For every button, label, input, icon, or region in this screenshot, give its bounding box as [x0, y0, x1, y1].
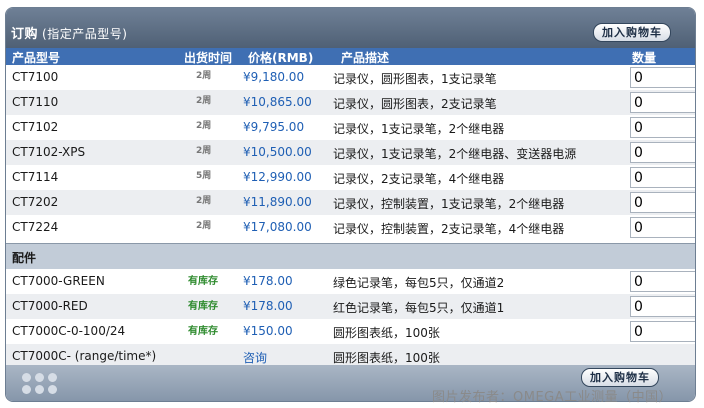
table-row: CT7202 2周 ¥11,890.00 记录仪，控制装置，1支记录笔，2个继电器 — [6, 190, 695, 215]
product-description: 圆形图表纸，100张 — [333, 326, 440, 340]
product-model: CT7000-GREEN — [12, 274, 105, 288]
product-description: 记录仪，1支记录笔，2个继电器、变送器电源 — [333, 147, 577, 161]
product-description: 记录仪，2支记录笔，4个继电器 — [333, 172, 505, 186]
ship-time: 5周 — [196, 171, 212, 181]
product-model: CT7114 — [12, 170, 59, 184]
grip-dots-icon — [22, 373, 58, 395]
product-model: CT7000C-0-100/24 — [12, 324, 126, 338]
accessories-section-header: 配件 — [6, 243, 695, 269]
product-price: ¥178.00 — [243, 274, 293, 288]
table-row: CT7000-GREEN 有库存 ¥178.00 绿色记录笔，每包5只，仅通道2 — [6, 269, 695, 294]
table-row: CT7000C-0-100/24 有库存 ¥150.00 圆形图表纸，100张 — [6, 319, 695, 344]
product-price: ¥17,080.00 — [243, 220, 312, 234]
product-price: ¥11,890.00 — [243, 195, 312, 209]
column-header-description: 产品描述 — [341, 51, 390, 65]
product-price: ¥9,180.00 — [243, 70, 305, 84]
quantity-input[interactable] — [630, 92, 695, 113]
product-price: ¥178.00 — [243, 299, 293, 313]
ship-time: 2周 — [196, 121, 212, 131]
order-title: 订购 (指定产品型号) — [11, 23, 127, 42]
quantity-input[interactable] — [630, 142, 695, 163]
quantity-input[interactable] — [630, 67, 695, 88]
ship-time: 有库存 — [188, 301, 218, 312]
quantity-input[interactable] — [630, 167, 695, 188]
product-description: 红色记录笔，每包5只，仅通道1 — [333, 301, 505, 315]
column-header-ship-time: 出货时间 — [184, 51, 233, 65]
publisher-watermark: 图片发布者：OMEGA工业测量（中国） — [432, 390, 673, 405]
column-header-price: 价格(RMB) — [248, 51, 314, 65]
product-price: ¥9,795.00 — [243, 120, 305, 134]
product-model: CT7224 — [12, 220, 59, 234]
add-to-cart-button-top[interactable]: 加入购物车 — [593, 23, 671, 42]
order-header-bar: 订购 (指定产品型号) 加入购物车 — [6, 8, 695, 48]
product-model: CT7102 — [12, 120, 59, 134]
product-description: 绿色记录笔，每包5只，仅通道2 — [333, 276, 505, 290]
product-model: CT7000C- (range/time*) — [12, 349, 157, 363]
product-model: CT7110 — [12, 95, 59, 109]
product-model: CT7202 — [12, 195, 59, 209]
product-price: ¥10,865.00 — [243, 95, 312, 109]
order-subtitle: (指定产品型号) — [42, 27, 128, 41]
product-description: 圆形图表纸，100张 — [333, 351, 440, 365]
table-row: CT7102-XPS 2周 ¥10,500.00 记录仪，1支记录笔，2个继电器、变送… — [6, 140, 695, 165]
quantity-input[interactable] — [630, 117, 695, 138]
table-row: CT7102 2周 ¥9,795.00 记录仪，1支记录笔，2个继电器 — [6, 115, 695, 140]
order-panel: 订购 (指定产品型号) 加入购物车 产品型号 出货时间 价格(RMB) 产品描述 … — [5, 7, 696, 402]
product-description: 记录仪，控制装置，1支记录笔，2个继电器 — [333, 197, 565, 211]
product-price: ¥10,500.00 — [243, 145, 312, 159]
table-row: CT7110 2周 ¥10,865.00 记录仪，圆形图表，2支记录笔 — [6, 90, 695, 115]
product-price: ¥12,990.00 — [243, 170, 312, 184]
product-model: CT7000-RED — [12, 299, 88, 313]
quantity-input[interactable] — [630, 271, 695, 292]
table-row: CT7000-RED 有库存 ¥178.00 红色记录笔，每包5只，仅通道1 — [6, 294, 695, 319]
product-description: 记录仪，圆形图表，1支记录笔 — [333, 72, 497, 86]
ship-time: 2周 — [196, 196, 212, 206]
quantity-input[interactable] — [630, 192, 695, 213]
ship-time: 有库存 — [188, 276, 218, 287]
ship-time: 2周 — [196, 96, 212, 106]
quantity-input[interactable] — [630, 217, 695, 238]
column-header-quantity: 数量 — [632, 51, 657, 65]
product-price: ¥150.00 — [243, 324, 293, 338]
order-title-text: 订购 — [11, 27, 39, 42]
product-description: 记录仪，控制装置，2支记录笔，4个继电器 — [333, 222, 565, 236]
product-model: CT7102-XPS — [12, 145, 86, 159]
quantity-input[interactable] — [630, 296, 695, 317]
ship-time: 2周 — [196, 221, 212, 231]
table-row: CT7114 5周 ¥12,990.00 记录仪，2支记录笔，4个继电器 — [6, 165, 695, 190]
accessories-title: 配件 — [12, 251, 37, 265]
ship-time: 2周 — [196, 71, 212, 81]
table-header: 产品型号 出货时间 价格(RMB) 产品描述 数量 — [6, 48, 695, 65]
product-price[interactable]: 咨询 — [243, 349, 267, 366]
column-header-model: 产品型号 — [12, 51, 61, 65]
ship-time: 有库存 — [188, 326, 218, 337]
table-row: CT7100 2周 ¥9,180.00 记录仪，圆形图表，1支记录笔 — [6, 65, 695, 90]
product-description: 记录仪，1支记录笔，2个继电器 — [333, 122, 505, 136]
add-to-cart-button-bottom[interactable]: 加入购物车 — [581, 368, 659, 387]
product-description: 记录仪，圆形图表，2支记录笔 — [333, 97, 497, 111]
product-model: CT7100 — [12, 70, 59, 84]
table-row: CT7224 2周 ¥17,080.00 记录仪，控制装置，2支记录笔，4个继电器 — [6, 215, 695, 240]
quantity-input[interactable] — [630, 321, 695, 342]
ship-time: 2周 — [196, 146, 212, 156]
